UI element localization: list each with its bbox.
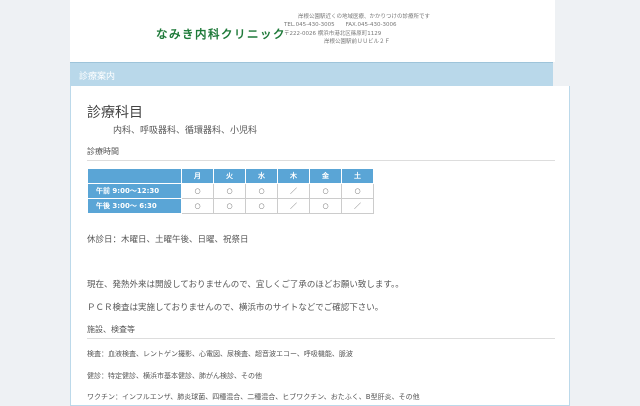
facilities-heading: 施設、検査等: [87, 324, 555, 339]
site-header: なみき内科クリニック 岸根公園駅近くの地域医療、かかりつけの診療所です TEL.…: [70, 0, 555, 62]
day-header: 土: [341, 168, 374, 184]
tagline: 岸根公園駅近くの地域医療、かかりつけの診療所です: [298, 14, 431, 20]
address: 〒222-0026 横浜市港北区篠原町1129: [284, 30, 382, 37]
cell: ○: [245, 183, 278, 199]
cell: ○: [213, 183, 246, 199]
vaccines: ワクチン：インフルエンザ、肺炎球菌、四種混合、二種混合、ヒブワクチン、おたふく、…: [87, 393, 420, 401]
exams: 検査：血液検査、レントゲン撮影、心電図、尿検査、超音波エコー、呼吸機能、脈波: [87, 350, 353, 358]
clinic-info: 岸根公園駅近くの地域医療、かかりつけの診療所です TEL.045-430-300…: [284, 13, 430, 46]
notice-pcr: ＰＣＲ検査は実施しておりませんので、横浜市のサイトなどでご確認下さい。: [87, 303, 384, 313]
day-header: 水: [245, 168, 278, 184]
checkups: 健診：特定健診、横浜市基本健診、肺がん検診、その他: [87, 372, 262, 380]
hours-heading: 診療時間: [87, 146, 555, 161]
main-content: 診療科目 内科、呼吸器科、循環器科、小児科 診療時間 月火水木金土 午前 9:0…: [70, 86, 570, 406]
clinic-logo[interactable]: なみき内科クリニック: [156, 26, 286, 42]
cell: ○: [309, 183, 342, 199]
cell: ○: [213, 198, 246, 214]
row-label: 午後 3:00〜 6:30: [87, 198, 182, 214]
cell: ○: [181, 183, 214, 199]
cell: ○: [309, 198, 342, 214]
hours-table: 月火水木金土 午前 9:00〜12:30 ○ ○ ○ ／ ○ ○ 午後 3:00〜 6:3…: [87, 168, 374, 214]
closed-days: 休診日：木曜日、土曜午後、日曜、祝祭日: [87, 235, 249, 245]
tel-fax: TEL.045-430-3005 FAX.045-430-3006: [284, 22, 397, 29]
cell: ○: [341, 183, 374, 199]
day-header: 火: [213, 168, 246, 184]
cell: ○: [245, 198, 278, 214]
cell: ／: [341, 198, 374, 214]
table-row: 午後 3:00〜 6:30 ○ ○ ○ ／ ○ ／: [87, 198, 374, 214]
departments: 内科、呼吸器科、循環器科、小児科: [113, 126, 258, 136]
cell: ／: [277, 183, 310, 199]
section-band: 診療案内: [70, 62, 553, 86]
day-header: 金: [309, 168, 342, 184]
page-title: 診療科目: [87, 105, 143, 121]
building: 岸根公園駅前ＵＵビル２Ｆ: [324, 38, 391, 45]
notice-fever: 現在、発熱外来は開設しておりませんので、宜しくご了承のほどお願い致します。。: [87, 280, 404, 290]
day-header: 月: [181, 168, 214, 184]
cell: ○: [181, 198, 214, 214]
cell: ／: [277, 198, 310, 214]
table-row: 午前 9:00〜12:30 ○ ○ ○ ／ ○ ○: [87, 183, 374, 199]
row-label: 午前 9:00〜12:30: [87, 183, 182, 199]
section-title: 診療案内: [79, 72, 116, 82]
day-header: 木: [277, 168, 310, 184]
